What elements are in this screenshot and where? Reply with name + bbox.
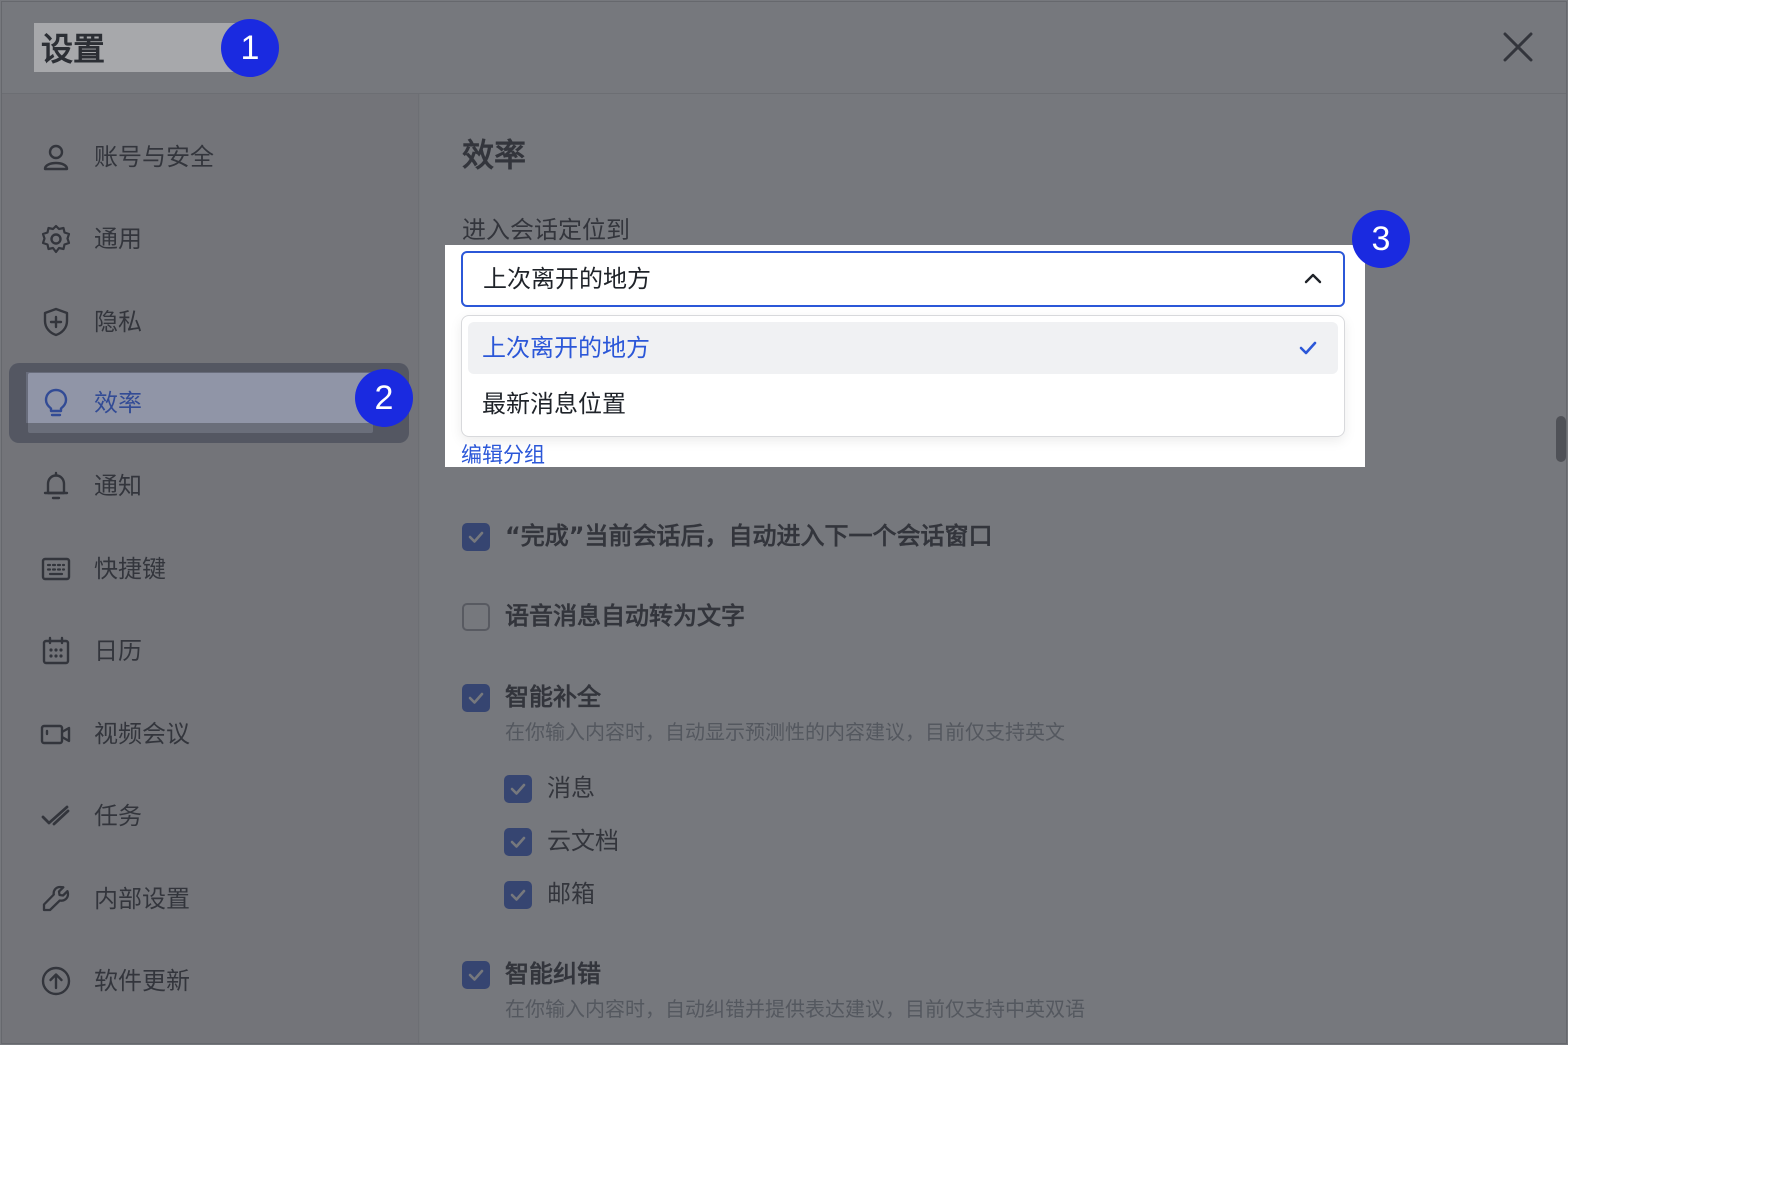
sidebar-item-account-security[interactable]: 账号与安全 bbox=[28, 127, 388, 187]
lightbulb-icon bbox=[44, 388, 68, 417]
option-latest-message[interactable]: 最新消息位置 bbox=[468, 378, 1338, 430]
sidebar-item-general[interactable]: 通用 bbox=[28, 209, 388, 269]
check-icon bbox=[1299, 341, 1317, 355]
keyboard-icon bbox=[41, 557, 71, 581]
annotation-badge-3: 3 bbox=[1352, 210, 1410, 268]
user-icon bbox=[43, 144, 69, 171]
shield-icon bbox=[43, 307, 69, 337]
smart-correct-checkbox[interactable] bbox=[462, 961, 490, 989]
check-icon bbox=[510, 836, 526, 848]
annotation-badge-2: 2 bbox=[355, 369, 413, 427]
upload-icon bbox=[41, 966, 71, 996]
check-icon bbox=[510, 889, 526, 901]
gear-icon bbox=[41, 224, 71, 254]
sidebar-item-label: 通用 bbox=[94, 225, 142, 253]
mail-label: 邮箱 bbox=[547, 880, 595, 908]
position-select-value: 上次离开的地方 bbox=[483, 265, 651, 293]
sidebar-item-label: 内部设置 bbox=[94, 885, 190, 913]
position-select[interactable]: 上次离开的地方 bbox=[461, 251, 1345, 307]
option-label: 上次离开的地方 bbox=[482, 334, 650, 362]
scrollbar-thumb[interactable] bbox=[1556, 416, 1566, 462]
smart-complete-label: 智能补全 bbox=[505, 683, 601, 711]
sidebar-item-privacy[interactable]: 隐私 bbox=[28, 292, 388, 352]
edit-groups-link[interactable]: 编辑分组 bbox=[461, 441, 545, 469]
smart-correct-description: 在你输入内容时，自动纠错并提供表达建议，目前仅支持中英双语 bbox=[505, 997, 1085, 1021]
mail-checkbox[interactable] bbox=[504, 881, 532, 909]
auto-next-label: “完成”当前会话后，自动进入下一个会话窗口 bbox=[505, 522, 993, 550]
sidebar-item-internal-settings[interactable]: 内部设置 bbox=[28, 869, 388, 929]
check-icon bbox=[468, 969, 484, 981]
page-title: 效率 bbox=[462, 136, 527, 174]
task-icon bbox=[41, 805, 70, 826]
voice-to-text-option[interactable]: 语音消息自动转为文字 bbox=[462, 602, 862, 633]
calendar-icon bbox=[42, 636, 70, 665]
messages-label: 消息 bbox=[547, 774, 595, 802]
video-icon bbox=[40, 724, 71, 745]
chevron-up-icon bbox=[1304, 273, 1322, 284]
smart-complete-mail-option[interactable]: 邮箱 bbox=[504, 880, 664, 911]
smart-complete-docs-option[interactable]: 云文档 bbox=[504, 827, 664, 858]
wrench-icon bbox=[42, 885, 70, 912]
smart-correct-option[interactable]: 智能纠错 在你输入内容时，自动纠错并提供表达建议，目前仅支持中英双语 bbox=[462, 960, 1162, 1031]
check-icon bbox=[510, 783, 526, 795]
voice-to-text-label: 语音消息自动转为文字 bbox=[505, 602, 745, 630]
sidebar-item-video-meeting[interactable]: 视频会议 bbox=[28, 704, 388, 764]
messages-checkbox[interactable] bbox=[504, 775, 532, 803]
sidebar-item-label: 效率 bbox=[94, 389, 142, 417]
smart-complete-option[interactable]: 智能补全 在你输入内容时，自动显示预测性的内容建议，目前仅支持英文 bbox=[462, 683, 1142, 754]
settings-window: 设置 账号与安全 通用 隐私 效率 通知 快捷键 日历 视频会议 任务 内部设置… bbox=[1, 1, 1567, 1044]
smart-complete-checkbox[interactable] bbox=[462, 684, 490, 712]
close-button[interactable] bbox=[1497, 26, 1539, 68]
voice-to-text-checkbox[interactable] bbox=[462, 603, 490, 631]
sidebar-item-notifications[interactable]: 通知 bbox=[28, 456, 388, 516]
bell-icon bbox=[43, 471, 69, 500]
sidebar: 账号与安全 通用 隐私 效率 通知 快捷键 日历 视频会议 任务 内部设置 软件… bbox=[2, 94, 419, 1043]
sidebar-item-label: 日历 bbox=[94, 637, 142, 665]
sidebar-item-label: 任务 bbox=[94, 802, 142, 830]
sidebar-item-tasks[interactable]: 任务 bbox=[28, 786, 388, 846]
position-dropdown-menu: 上次离开的地方 最新消息位置 bbox=[461, 315, 1345, 437]
title-highlight: 设置 bbox=[35, 24, 241, 74]
sidebar-item-label: 通知 bbox=[94, 472, 142, 500]
close-icon bbox=[1503, 32, 1533, 62]
smart-complete-messages-option[interactable]: 消息 bbox=[504, 774, 664, 805]
auto-next-checkbox[interactable] bbox=[462, 523, 490, 551]
sidebar-item-calendar[interactable]: 日历 bbox=[28, 621, 388, 681]
sidebar-item-label: 软件更新 bbox=[94, 967, 190, 995]
sidebar-item-label: 账号与安全 bbox=[94, 143, 214, 171]
auto-next-option[interactable]: “完成”当前会话后，自动进入下一个会话窗口 bbox=[462, 522, 1082, 553]
sidebar-item-label: 隐私 bbox=[94, 308, 142, 336]
sidebar-item-shortcuts[interactable]: 快捷键 bbox=[28, 539, 388, 599]
option-last-left-place[interactable]: 上次离开的地方 bbox=[468, 322, 1338, 374]
docs-checkbox[interactable] bbox=[504, 828, 532, 856]
sidebar-item-software-update[interactable]: 软件更新 bbox=[28, 951, 388, 1011]
smart-complete-description: 在你输入内容时，自动显示预测性的内容建议，目前仅支持英文 bbox=[505, 720, 1065, 744]
check-icon bbox=[468, 531, 484, 543]
docs-label: 云文档 bbox=[547, 827, 619, 855]
smart-correct-label: 智能纠错 bbox=[505, 960, 601, 988]
annotation-badge-1: 1 bbox=[221, 19, 279, 77]
option-label: 最新消息位置 bbox=[482, 390, 626, 418]
sidebar-item-label: 快捷键 bbox=[94, 555, 166, 583]
window-title: 设置 bbox=[41, 30, 106, 68]
check-icon bbox=[468, 692, 484, 704]
position-dropdown-region: 上次离开的地方 上次离开的地方 最新消息位置 编辑分组 bbox=[445, 245, 1365, 467]
sidebar-item-efficiency[interactable]: 效率 bbox=[28, 373, 373, 433]
position-field-label: 进入会话定位到 bbox=[462, 216, 630, 244]
sidebar-item-label: 视频会议 bbox=[94, 720, 190, 748]
